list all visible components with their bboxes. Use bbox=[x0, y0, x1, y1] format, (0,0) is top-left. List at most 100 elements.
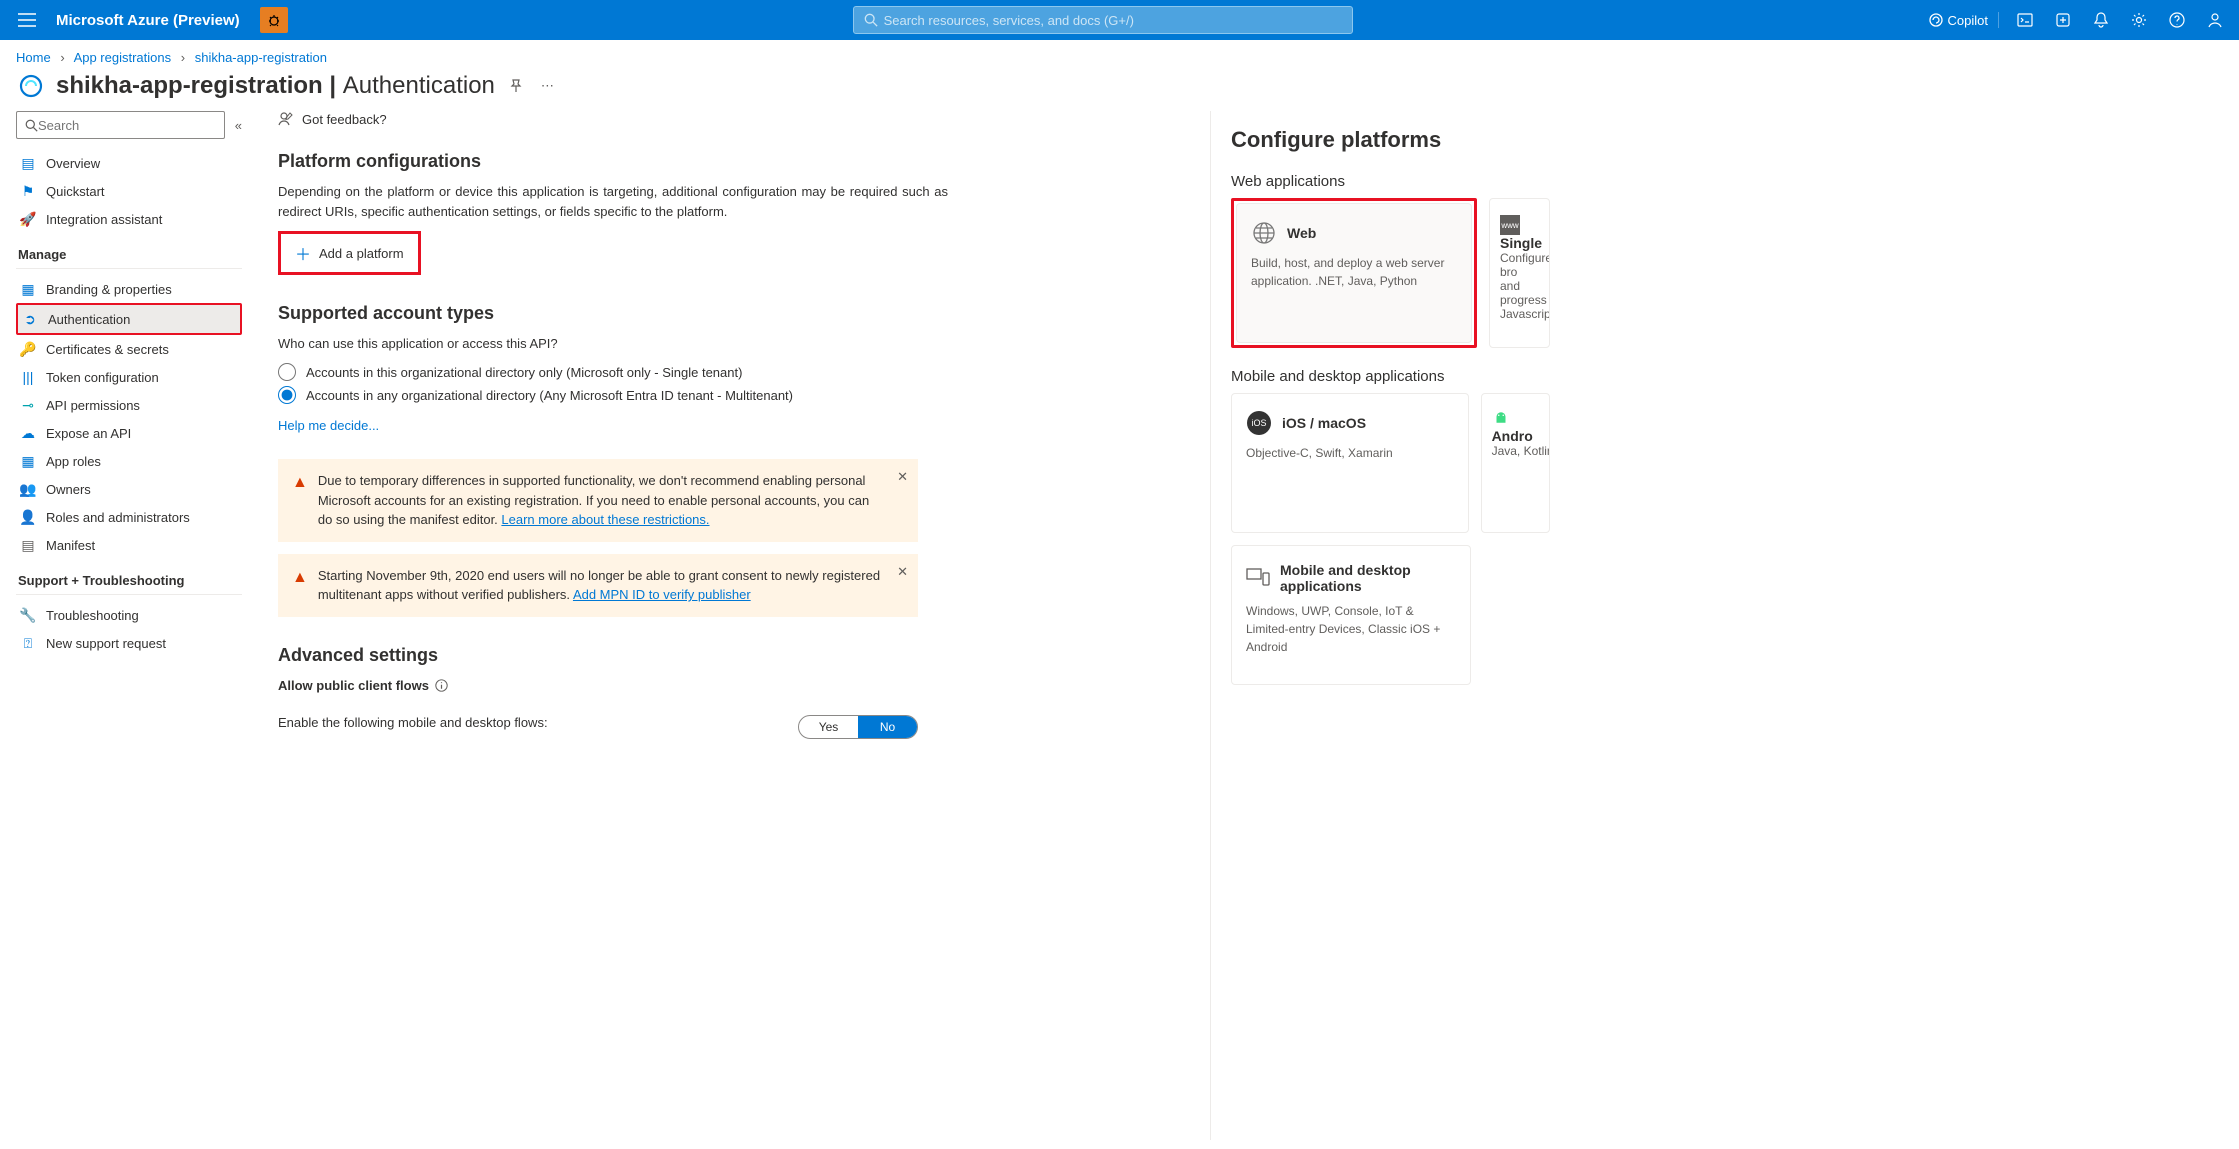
radio-multitenant[interactable] bbox=[278, 386, 296, 404]
card-desc: Configure bro and progress Javascript. bbox=[1500, 251, 1539, 321]
app-roles-icon: ▦ bbox=[20, 453, 36, 469]
api-perm-icon: ⊸ bbox=[20, 397, 36, 413]
auth-icon: ➲ bbox=[22, 311, 38, 327]
more-icon[interactable]: ⋯ bbox=[537, 74, 558, 98]
card-title: iOS / macOS bbox=[1282, 415, 1366, 431]
platform-card-web[interactable]: Web Build, host, and deploy a web server… bbox=[1236, 203, 1472, 343]
card-title: Andro bbox=[1492, 428, 1539, 444]
sidebar-item-authentication[interactable]: ➲ Authentication bbox=[16, 303, 242, 335]
configure-platforms-panel: Configure platforms Web applications Web… bbox=[1210, 111, 1550, 1140]
help-decide-link[interactable]: Help me decide... bbox=[278, 418, 379, 433]
brand-label: Microsoft Azure (Preview) bbox=[46, 12, 250, 29]
page-title-section: Authentication bbox=[343, 72, 495, 99]
sidebar-item-label: Troubleshooting bbox=[46, 608, 139, 623]
sidebar-item-label: Authentication bbox=[48, 312, 130, 327]
info-icon[interactable] bbox=[435, 679, 448, 692]
hamburger-menu-icon[interactable] bbox=[8, 13, 46, 27]
sidebar-item-branding[interactable]: ▦Branding & properties bbox=[16, 275, 242, 303]
platform-card-spa[interactable]: www Single Configure bro and progress Ja… bbox=[1489, 198, 1550, 348]
pin-icon[interactable] bbox=[505, 75, 527, 97]
sidebar-item-owners[interactable]: 👥Owners bbox=[16, 475, 242, 503]
sidebar-item-label: API permissions bbox=[46, 398, 140, 413]
sidebar-item-token[interactable]: ||| Token configuration bbox=[16, 363, 242, 391]
close-icon[interactable]: ✕ bbox=[897, 562, 908, 582]
sidebar-search[interactable] bbox=[16, 111, 225, 139]
sidebar-item-expose-api[interactable]: ☁ Expose an API bbox=[16, 419, 242, 447]
page-title-sep: | bbox=[323, 72, 343, 99]
alert-learn-more-link[interactable]: Learn more about these restrictions. bbox=[501, 512, 709, 527]
sidebar-search-input[interactable] bbox=[38, 118, 216, 133]
breadcrumb-home[interactable]: Home bbox=[16, 50, 51, 65]
copilot-button[interactable]: Copilot bbox=[1918, 12, 1999, 28]
close-icon[interactable]: ✕ bbox=[897, 467, 908, 487]
allow-public-label: Allow public client flows bbox=[278, 678, 1200, 693]
topbar-right-icons: Copilot bbox=[1918, 0, 2231, 40]
breadcrumb-app-registrations[interactable]: App registrations bbox=[74, 50, 172, 65]
globe-icon bbox=[1251, 220, 1277, 246]
add-platform-button[interactable]: ＋ Add a platform bbox=[283, 236, 416, 270]
card-desc: Objective-C, Swift, Xamarin bbox=[1246, 444, 1454, 462]
sidebar-item-overview[interactable]: ▤Overview bbox=[16, 149, 242, 177]
sidebar-item-new-support[interactable]: ⍰ New support request bbox=[16, 629, 242, 657]
page-title: shikha-app-registration | Authentication bbox=[56, 72, 495, 100]
sidebar-item-quickstart[interactable]: ⚑Quickstart bbox=[16, 177, 242, 205]
page-title-app: shikha-app-registration bbox=[56, 72, 323, 99]
global-search-input[interactable] bbox=[884, 13, 1342, 28]
search-icon bbox=[864, 13, 878, 27]
page-title-row: shikha-app-registration | Authentication… bbox=[0, 69, 2239, 111]
sidebar-item-label: Integration assistant bbox=[46, 212, 162, 227]
radio-single-tenant-row[interactable]: Accounts in this organizational director… bbox=[278, 363, 1200, 381]
copilot-label: Copilot bbox=[1948, 13, 1988, 28]
ios-icon: iOS bbox=[1246, 410, 1272, 436]
sidebar-item-label: Overview bbox=[46, 156, 100, 171]
feedback-link[interactable]: Got feedback? bbox=[278, 111, 1200, 127]
warning-icon: ▲ bbox=[292, 566, 308, 605]
notifications-icon[interactable] bbox=[2085, 0, 2117, 40]
settings-icon[interactable] bbox=[2123, 0, 2155, 40]
key-icon: 🔑 bbox=[20, 341, 36, 357]
sidebar-item-troubleshooting[interactable]: 🔧Troubleshooting bbox=[16, 601, 242, 629]
help-icon[interactable] bbox=[2161, 0, 2193, 40]
breadcrumb-current[interactable]: shikha-app-registration bbox=[195, 50, 327, 65]
radio-multitenant-row[interactable]: Accounts in any organizational directory… bbox=[278, 386, 1200, 404]
sidebar-item-roles-admins[interactable]: 👤Roles and administrators bbox=[16, 503, 242, 531]
expose-icon: ☁ bbox=[20, 425, 36, 441]
rocket-icon: 🚀 bbox=[20, 211, 36, 227]
web-apps-group-label: Web applications bbox=[1231, 173, 1550, 190]
sidebar-item-label: Expose an API bbox=[46, 426, 131, 441]
alert-personal-accounts: ▲ Due to temporary differences in suppor… bbox=[278, 459, 918, 542]
sidebar-item-certificates[interactable]: 🔑Certificates & secrets bbox=[16, 335, 242, 363]
global-search[interactable] bbox=[853, 6, 1353, 34]
roles-icon: 👤 bbox=[20, 509, 36, 525]
cloud-shell-icon[interactable] bbox=[2009, 0, 2041, 40]
alert-mpn-link[interactable]: Add MPN ID to verify publisher bbox=[573, 587, 751, 602]
toggle-no[interactable]: No bbox=[858, 716, 917, 738]
bug-icon[interactable] bbox=[260, 7, 288, 33]
filter-icon[interactable] bbox=[2047, 0, 2079, 40]
sidebar-item-app-roles[interactable]: ▦App roles bbox=[16, 447, 242, 475]
allow-public-text: Allow public client flows bbox=[278, 678, 429, 693]
collapse-sidebar-icon[interactable]: « bbox=[235, 118, 242, 133]
support-icon: ⍰ bbox=[20, 635, 36, 651]
radio-label: Accounts in this organizational director… bbox=[306, 365, 742, 380]
top-bar: Microsoft Azure (Preview) Copilot bbox=[0, 0, 2239, 40]
card-title: Single bbox=[1500, 235, 1539, 251]
plus-icon: ＋ bbox=[295, 241, 311, 265]
sidebar-item-integration[interactable]: 🚀 Integration assistant bbox=[16, 205, 242, 233]
radio-single-tenant[interactable] bbox=[278, 363, 296, 381]
public-flows-toggle[interactable]: Yes No bbox=[798, 715, 918, 739]
sidebar-item-manifest[interactable]: ▤Manifest bbox=[16, 531, 242, 559]
feedback-label: Got feedback? bbox=[302, 112, 387, 127]
platform-card-android[interactable]: Andro Java, Kotlin, X bbox=[1481, 393, 1550, 533]
account-icon[interactable] bbox=[2199, 0, 2231, 40]
toggle-yes[interactable]: Yes bbox=[799, 716, 858, 738]
sidebar-item-label: Token configuration bbox=[46, 370, 159, 385]
platform-card-ios[interactable]: iOS iOS / macOS Objective-C, Swift, Xama… bbox=[1231, 393, 1469, 533]
sidebar-item-label: New support request bbox=[46, 636, 166, 651]
platform-config-desc: Depending on the platform or device this… bbox=[278, 182, 948, 221]
sidebar-item-api-permissions[interactable]: ⊸ API permissions bbox=[16, 391, 242, 419]
token-icon: ||| bbox=[20, 369, 36, 385]
platform-card-desktop[interactable]: Mobile and desktop applications Windows,… bbox=[1231, 545, 1471, 685]
card-desc: Java, Kotlin, X bbox=[1492, 444, 1539, 458]
sidebar-item-label: Owners bbox=[46, 482, 91, 497]
